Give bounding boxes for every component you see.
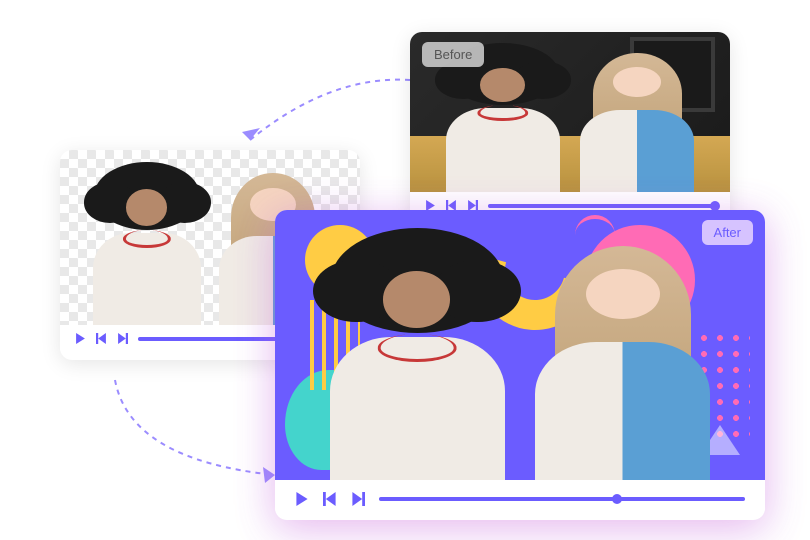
after-badge: After [702, 220, 753, 245]
flow-arrow-before-to-transparent [230, 70, 420, 160]
after-progress[interactable] [379, 497, 745, 501]
after-image: After [275, 210, 765, 480]
prev-icon[interactable] [323, 492, 337, 506]
before-video-card: Before [410, 32, 730, 227]
flow-arrow-transparent-to-after [100, 370, 290, 490]
prev-icon[interactable] [96, 333, 107, 344]
next-icon[interactable] [351, 492, 365, 506]
before-image: Before [410, 32, 730, 192]
before-progress[interactable] [488, 204, 715, 208]
play-icon[interactable] [295, 492, 309, 506]
play-icon[interactable] [75, 333, 86, 344]
after-video-card: After [275, 210, 765, 520]
next-icon[interactable] [117, 333, 128, 344]
before-badge: Before [422, 42, 484, 67]
after-controls [275, 480, 765, 518]
